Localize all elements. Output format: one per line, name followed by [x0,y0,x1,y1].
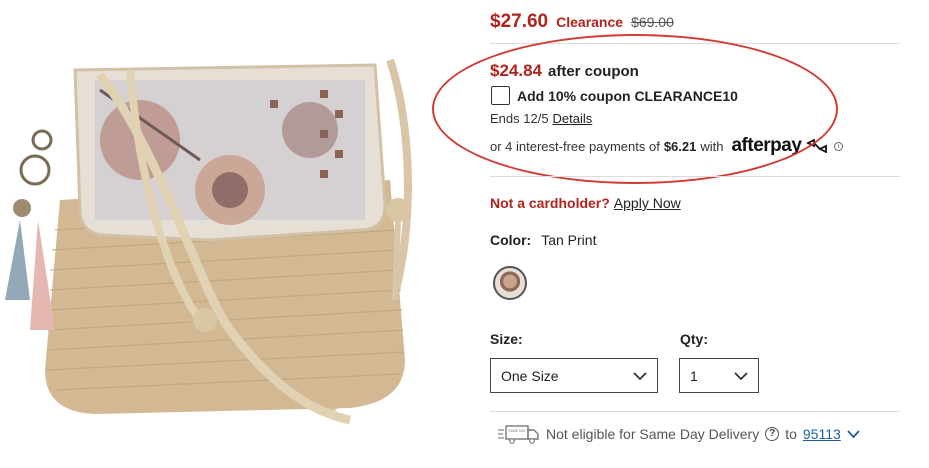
price-row: $27.60 Clearance $69.00 [490,11,674,33]
cardholder-row: Not a cardholder? Apply Now [490,195,681,211]
truck-badge: SAME DAY [508,429,526,433]
coupon-ends-text: Ends 12/5 [490,111,549,126]
chevron-down-icon[interactable] [847,429,860,439]
afterpay-row: or 4 interest-free payments of $6.21 wit… [490,135,844,157]
divider [490,411,900,412]
color-label: Color: [490,232,532,248]
clearance-tag: Clearance [556,14,624,30]
qty-label: Qty: [680,331,708,347]
after-coupon-label: after coupon [548,63,639,80]
cardholder-question: Not a cardholder? [490,195,610,211]
apply-now-link[interactable]: Apply Now [614,195,681,211]
original-price: $69.00 [631,14,674,30]
coupon-price: $24.84 [490,61,542,80]
coupon-checkbox-label[interactable]: Add 10% coupon CLEARANCE10 [517,88,738,104]
color-value: Tan Print [541,232,597,248]
chevron-down-icon [734,371,748,380]
afterpay-arrows-icon [806,138,828,154]
delivery-text: Not eligible for Same Day Delivery [546,426,760,442]
afterpay-amount: $6.21 [663,138,697,154]
afterpay-brand: afterpay [731,135,802,156]
color-swatch[interactable] [493,266,527,300]
annotation-ellipse [432,34,838,184]
afterpay-logo[interactable]: afterpay [731,135,828,157]
qty-selected-value: 1 [690,367,698,384]
coupon-checkbox[interactable] [491,86,510,105]
help-icon[interactable]: ? [765,427,780,441]
coupon-ends-row: Ends 12/5 Details [490,111,592,126]
afterpay-with: with [700,138,724,154]
size-label: Size: [490,331,523,347]
color-row: Color: Tan Print [490,232,596,248]
product-image [5,58,412,425]
size-select[interactable]: One Size [490,358,658,393]
delivery-to: to [785,426,797,442]
divider [490,43,900,44]
size-selected-value: One Size [501,367,559,384]
chevron-down-icon [633,371,647,380]
zip-code-link[interactable]: 95113 [803,426,841,442]
qty-select[interactable]: 1 [679,358,759,393]
delivery-truck-icon: SAME DAY [498,425,539,444]
delivery-row: SAME DAY Not eligible for Same Day Deliv… [498,424,860,444]
afterpay-prefix: or 4 interest-free payments of [490,138,660,154]
details-link[interactable]: Details [553,111,593,126]
coupon-price-row: $24.84 after coupon [490,61,639,81]
divider [490,176,900,177]
info-icon[interactable]: i [834,141,844,151]
sale-price: $27.60 [490,11,549,32]
coupon-option[interactable]: Add 10% coupon CLEARANCE10 [491,86,738,105]
